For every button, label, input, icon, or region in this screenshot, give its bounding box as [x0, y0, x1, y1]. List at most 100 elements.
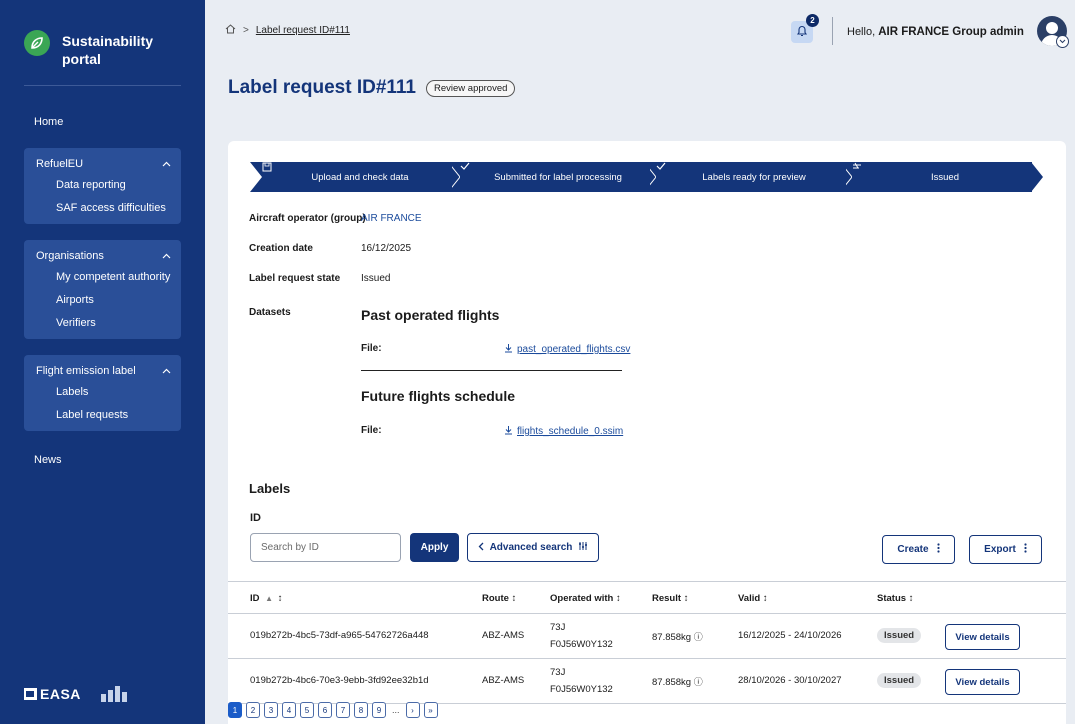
info-icon[interactable]: ⓘ — [694, 632, 703, 642]
dataset-divider — [361, 370, 622, 371]
column-header-result[interactable]: Result ↕ — [652, 593, 688, 604]
sidebar-item-label-requests[interactable]: Label requests — [36, 404, 171, 427]
sidebar-item-airports[interactable]: Airports — [36, 289, 171, 312]
user-menu-chevron-icon[interactable] — [1056, 35, 1069, 48]
datasets-label: Datasets — [249, 307, 291, 318]
table-header: ID ▲ ↕ Route ↕ Operated with ↕ Result ↕ … — [228, 581, 1066, 614]
advanced-search-button[interactable]: Advanced search — [467, 533, 599, 562]
sidebar-item-home[interactable]: Home — [34, 116, 63, 128]
apply-button[interactable]: Apply — [410, 533, 459, 562]
sidebar-item-data-reporting[interactable]: Data reporting — [36, 174, 171, 197]
greeting-text: Hello, — [847, 26, 876, 38]
sidebar-group-label: RefuelEU — [36, 158, 84, 170]
pagination: 1 2 3 4 5 6 7 8 9 ... › » — [228, 702, 438, 718]
labels-section-title: Labels — [249, 481, 291, 496]
sidebar-item-competent-authority[interactable]: My competent authority — [36, 266, 171, 289]
progress-stepper: Upload and check data Submitted for labe… — [250, 162, 1043, 192]
sidebar-group-header-organisations[interactable]: Organisations — [36, 246, 171, 266]
info-icon[interactable]: ⓘ — [694, 677, 703, 687]
sort-icon: ↕ — [615, 593, 621, 604]
sidebar-group-refueleu: RefuelEU Data reporting SAF access diffi… — [24, 148, 181, 224]
topbar: > Label request ID#111 2 Hello, AIR FRAN… — [205, 0, 1075, 62]
page-button-1[interactable]: 1 — [228, 702, 242, 718]
column-header-route[interactable]: Route ↕ — [482, 593, 516, 604]
dataset-title: Future flights schedule — [361, 388, 516, 404]
page-button-2[interactable]: 2 — [246, 702, 260, 718]
step-submitted: Submitted for label processing — [460, 162, 650, 192]
step-label: Issued — [931, 171, 959, 183]
column-header-label: Route — [482, 593, 509, 604]
breadcrumb-separator: > — [243, 25, 249, 36]
page-button-5[interactable]: 5 — [300, 702, 314, 718]
easa-mark-icon — [24, 688, 37, 700]
page-header: Label request ID#111 Review approved — [228, 77, 516, 99]
column-header-operated-with[interactable]: Operated with ↕ — [550, 593, 621, 604]
sort-icon: ↕ — [683, 593, 689, 604]
cell-result: 87.858kg ⓘ — [652, 675, 703, 688]
sidebar-group-label: Organisations — [36, 250, 104, 262]
easa-logo: EASA — [24, 686, 131, 702]
column-header-status[interactable]: Status ↕ — [877, 593, 913, 604]
sidebar-divider — [24, 85, 181, 86]
notifications-button[interactable]: 2 — [791, 14, 819, 43]
brand[interactable]: Sustainability portal — [24, 22, 172, 68]
page-button-3[interactable]: 3 — [264, 702, 278, 718]
view-details-button[interactable]: View details — [945, 624, 1020, 650]
page-button-7[interactable]: 7 — [336, 702, 350, 718]
create-button[interactable]: Create — [882, 535, 955, 564]
sidebar-group-header-refueleu[interactable]: RefuelEU — [36, 154, 171, 174]
sort-ascending-icon: ▲ — [265, 594, 274, 603]
column-header-valid[interactable]: Valid ↕ — [738, 593, 768, 604]
operator-value[interactable]: AIR FRANCE — [361, 213, 422, 224]
last-page-button[interactable]: » — [423, 702, 438, 718]
column-header-id[interactable]: ID ▲ ↕ — [250, 593, 282, 604]
page-button-9[interactable]: 9 — [372, 702, 386, 718]
create-label: Create — [897, 544, 929, 555]
page-title: Label request ID#111 — [228, 77, 416, 98]
cell-valid: 28/10/2026 - 30/10/2027 — [738, 675, 842, 686]
status-badge: Review approved — [426, 79, 516, 97]
next-page-button[interactable]: › — [405, 702, 420, 718]
easa-logo-text: EASA — [40, 686, 81, 702]
dataset-file-link[interactable]: past_operated_flights.csv — [504, 343, 630, 356]
dataset-file-link[interactable]: flights_schedule_0.ssim — [504, 425, 623, 438]
status-badge: Issued — [877, 628, 922, 643]
pagination-ellipsis: ... — [392, 705, 400, 715]
eu-flag-icon — [100, 686, 131, 702]
sidebar-item-verifiers[interactable]: Verifiers — [36, 312, 171, 335]
breadcrumb-current[interactable]: Label request ID#111 — [256, 25, 350, 36]
page-button-6[interactable]: 6 — [318, 702, 332, 718]
home-icon[interactable] — [225, 24, 236, 37]
sort-icon: ↕ — [277, 593, 283, 604]
sidebar-group-header-flight-emission-label[interactable]: Flight emission label — [36, 361, 171, 381]
cell-aircraft-type: 73J — [550, 667, 566, 678]
request-state-value: Issued — [361, 273, 391, 284]
search-input[interactable] — [250, 533, 401, 562]
user-greeting: Hello, AIR FRANCE Group admin — [847, 26, 1024, 38]
brand-title: Sustainability portal — [62, 33, 154, 67]
cell-valid: 16/12/2025 - 24/10/2026 — [738, 630, 842, 641]
filter-sliders-icon — [578, 541, 588, 554]
chevron-up-icon — [162, 158, 171, 170]
sidebar-item-labels[interactable]: Labels — [36, 381, 171, 404]
page-button-4[interactable]: 4 — [282, 702, 296, 718]
export-button[interactable]: Export — [969, 535, 1042, 564]
view-details-button[interactable]: View details — [945, 669, 1020, 695]
sort-icon: ↕ — [511, 593, 517, 604]
cell-id: 019b272b-4bc6-70e3-9ebb-3fd92ee32b1d — [250, 675, 429, 686]
user-name: AIR FRANCE Group admin — [878, 26, 1024, 38]
step-upload: Upload and check data — [262, 162, 452, 192]
cell-aircraft-type: 73J — [550, 622, 566, 633]
chevron-left-icon — [478, 542, 484, 554]
dataset-file-label: File: — [361, 343, 382, 354]
dataset-file-name: flights_schedule_0.ssim — [517, 426, 624, 437]
step-label: Upload and check data — [311, 171, 409, 183]
step-ready-preview: Labels ready for preview — [656, 162, 846, 192]
sidebar-item-saf-access[interactable]: SAF access difficulties — [36, 197, 171, 220]
download-icon — [504, 425, 513, 438]
export-label: Export — [984, 544, 1016, 555]
cell-result: 87.858kg ⓘ — [652, 630, 703, 643]
result-value: 87.858kg — [652, 677, 692, 688]
sidebar-item-news[interactable]: News — [34, 454, 62, 466]
page-button-8[interactable]: 8 — [354, 702, 368, 718]
